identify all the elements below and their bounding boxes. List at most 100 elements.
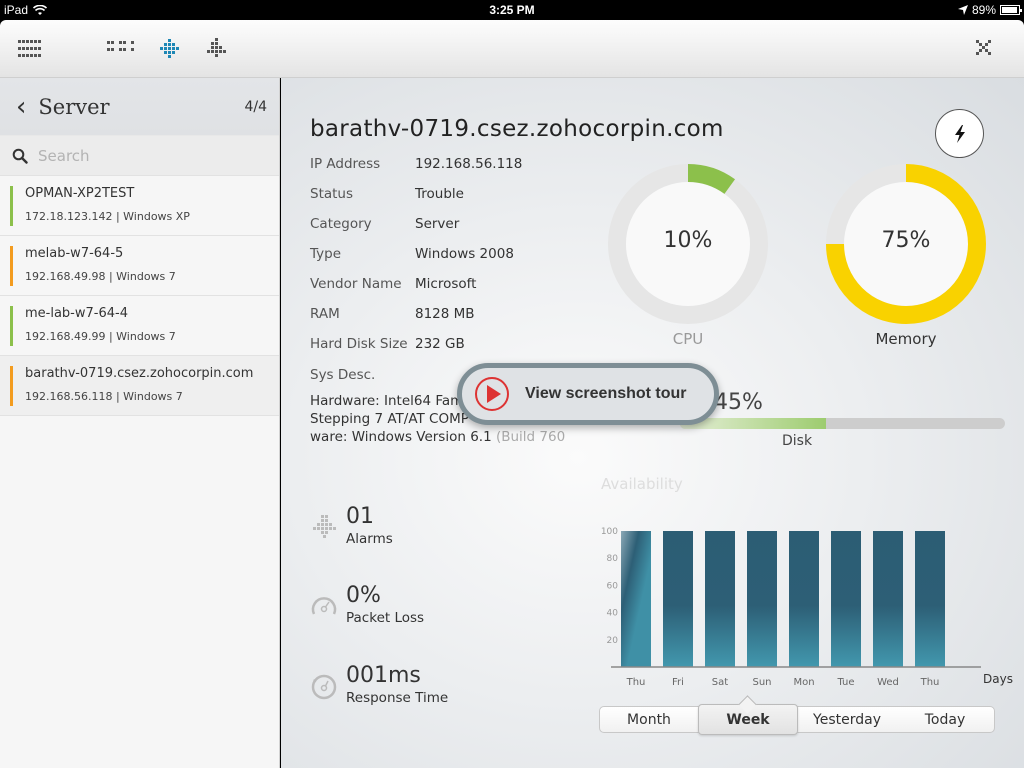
property-row: RAM 8128 MB [310, 306, 522, 336]
y-tick-label: 80 [607, 554, 619, 564]
x-tick-label: Thu [920, 677, 940, 688]
device-title: barathv-0719.csez.zohocorpin.com [310, 116, 724, 142]
property-label: RAM [310, 306, 340, 322]
x-tick-label: Tue [836, 677, 854, 688]
screenshot-tour-button[interactable]: View screenshot tour [457, 363, 719, 425]
property-row: Status Trouble [310, 186, 522, 216]
alarms-value: 01 [346, 504, 374, 529]
device-list-item[interactable]: melab-w7-64-5 192.168.49.98 | Windows 7 [0, 236, 279, 296]
location-icon [957, 5, 968, 15]
property-label: Status [310, 186, 354, 202]
period-option-today[interactable]: Today [896, 707, 994, 732]
property-label: Hard Disk Size [310, 336, 408, 352]
property-label: Vendor Name [310, 276, 402, 292]
status-indicator [10, 366, 13, 406]
property-value: 192.168.56.118 [415, 156, 523, 172]
disk-label: Disk [782, 433, 813, 449]
availability-chart-svg: 20 40 60 80 100 Thu Fri Sat Sun Mon Tue Wed Thu Days [601, 527, 1013, 688]
availability-bar [915, 531, 945, 667]
device-name: melab-w7-64-5 [25, 246, 124, 261]
property-value: Server [415, 216, 460, 232]
x-tick-label: Fri [672, 677, 684, 688]
cpu-gauge: 10% CPU [608, 164, 768, 348]
poll-now-button[interactable] [935, 109, 984, 158]
close-icon[interactable] [976, 40, 991, 55]
device-name: me-lab-w7-64-4 [25, 306, 128, 321]
status-indicator [10, 186, 13, 226]
grid-view-icon[interactable] [107, 41, 134, 51]
property-row: Hard Disk Size 232 GB [310, 336, 522, 366]
list-view-icon[interactable] [18, 40, 41, 57]
alarms-label: Alarms [346, 531, 393, 547]
device-subtitle: 192.168.49.99 | Windows 7 [25, 330, 176, 343]
toolbar [0, 20, 1024, 78]
battery-icon [1000, 5, 1022, 15]
gauge-icon [311, 597, 337, 615]
status-indicator [10, 306, 13, 346]
clock: 3:25 PM [489, 3, 535, 17]
device-list-item[interactable]: me-lab-w7-64-4 192.168.49.99 | Windows 7 [0, 296, 279, 356]
property-value: Windows 2008 [415, 246, 514, 262]
device-subtitle: 192.168.56.118 | Windows 7 [25, 390, 183, 403]
network-view-icon[interactable] [160, 39, 179, 58]
memory-percent: 75% [881, 228, 931, 253]
x-tick-label: Wed [877, 677, 899, 688]
response-time-label: Response Time [346, 690, 449, 706]
y-tick-label: 100 [601, 527, 618, 537]
availability-bar [873, 531, 903, 667]
availability-chart: Availability 20 40 60 80 100 Thu Fri Sat Sun Mon T… [581, 471, 1021, 701]
search-bar [0, 136, 279, 176]
back-chevron-icon[interactable]: ‹ [16, 94, 26, 120]
x-tick-label: Thu [626, 677, 646, 688]
y-tick-label: 40 [607, 609, 619, 619]
device-name: barathv-0719.csez.zohocorpin.com [25, 366, 254, 381]
device-properties: IP Address 192.168.56.118 Status Trouble Cat… [310, 156, 522, 366]
cpu-percent: 10% [663, 228, 713, 253]
memory-gauge: 75% Memory [826, 164, 986, 348]
x-axis-label: Days [983, 672, 1013, 686]
availability-bar [663, 531, 693, 667]
device-list-item[interactable]: OPMAN-XP2TEST 172.18.123.142 | Windows XP [0, 176, 279, 236]
search-input[interactable] [38, 146, 258, 165]
packet-loss-value: 0% [346, 583, 381, 608]
property-row: Category Server [310, 216, 522, 246]
sidebar-header: ‹ Server 4/4 [0, 78, 279, 136]
sidebar-title: Server [38, 94, 110, 119]
response-time-stat: 001ms Response Time [310, 664, 448, 706]
property-value: Trouble [415, 186, 464, 202]
device-count: 4/4 [244, 98, 267, 115]
alarm-icon [313, 515, 336, 538]
disk-percent: 45% [714, 390, 763, 415]
memory-label: Memory [875, 330, 937, 348]
device-subtitle: 192.168.49.98 | Windows 7 [25, 270, 176, 283]
disk-progress-bar [680, 418, 1005, 429]
alarm-view-icon[interactable] [207, 38, 226, 57]
period-option-month[interactable]: Month [600, 707, 698, 732]
status-bar: iPad 3:25 PM 89% [0, 0, 1024, 20]
property-row: IP Address 192.168.56.118 [310, 156, 522, 186]
device-list-item[interactable]: barathv-0719.csez.zohocorpin.com 192.168.… [0, 356, 279, 416]
battery-percent: 89% [971, 3, 996, 17]
device-list: OPMAN-XP2TEST 172.18.123.142 | Windows XP… [0, 176, 279, 416]
property-row: Type Windows 2008 [310, 246, 522, 276]
availability-bar [831, 531, 861, 667]
packet-loss-stat: 0% Packet Loss [310, 584, 424, 626]
y-tick-label: 60 [607, 581, 619, 591]
cpu-label: CPU [672, 330, 704, 348]
period-option-week[interactable]: Week [698, 704, 798, 735]
lightning-icon [954, 124, 965, 143]
response-time-value: 001ms [346, 663, 421, 688]
status-indicator [10, 246, 13, 286]
x-tick-label: Sat [712, 677, 728, 688]
property-label: Type [310, 246, 342, 262]
availability-bar [747, 531, 777, 667]
device-detail-panel: barathv-0719.csez.zohocorpin.com IP Addr… [281, 78, 1024, 768]
sys-desc-label: Sys Desc. [310, 367, 376, 383]
packet-loss-label: Packet Loss [346, 610, 425, 626]
property-row: Vendor Name Microsoft [310, 276, 522, 306]
tour-label: View screenshot tour [525, 385, 687, 402]
timer-icon [311, 674, 337, 700]
alarms-stat: 01 Alarms [310, 505, 393, 547]
period-option-yesterday[interactable]: Yesterday [798, 707, 896, 732]
period-selector: Month Week Yesterday Today [599, 704, 995, 735]
